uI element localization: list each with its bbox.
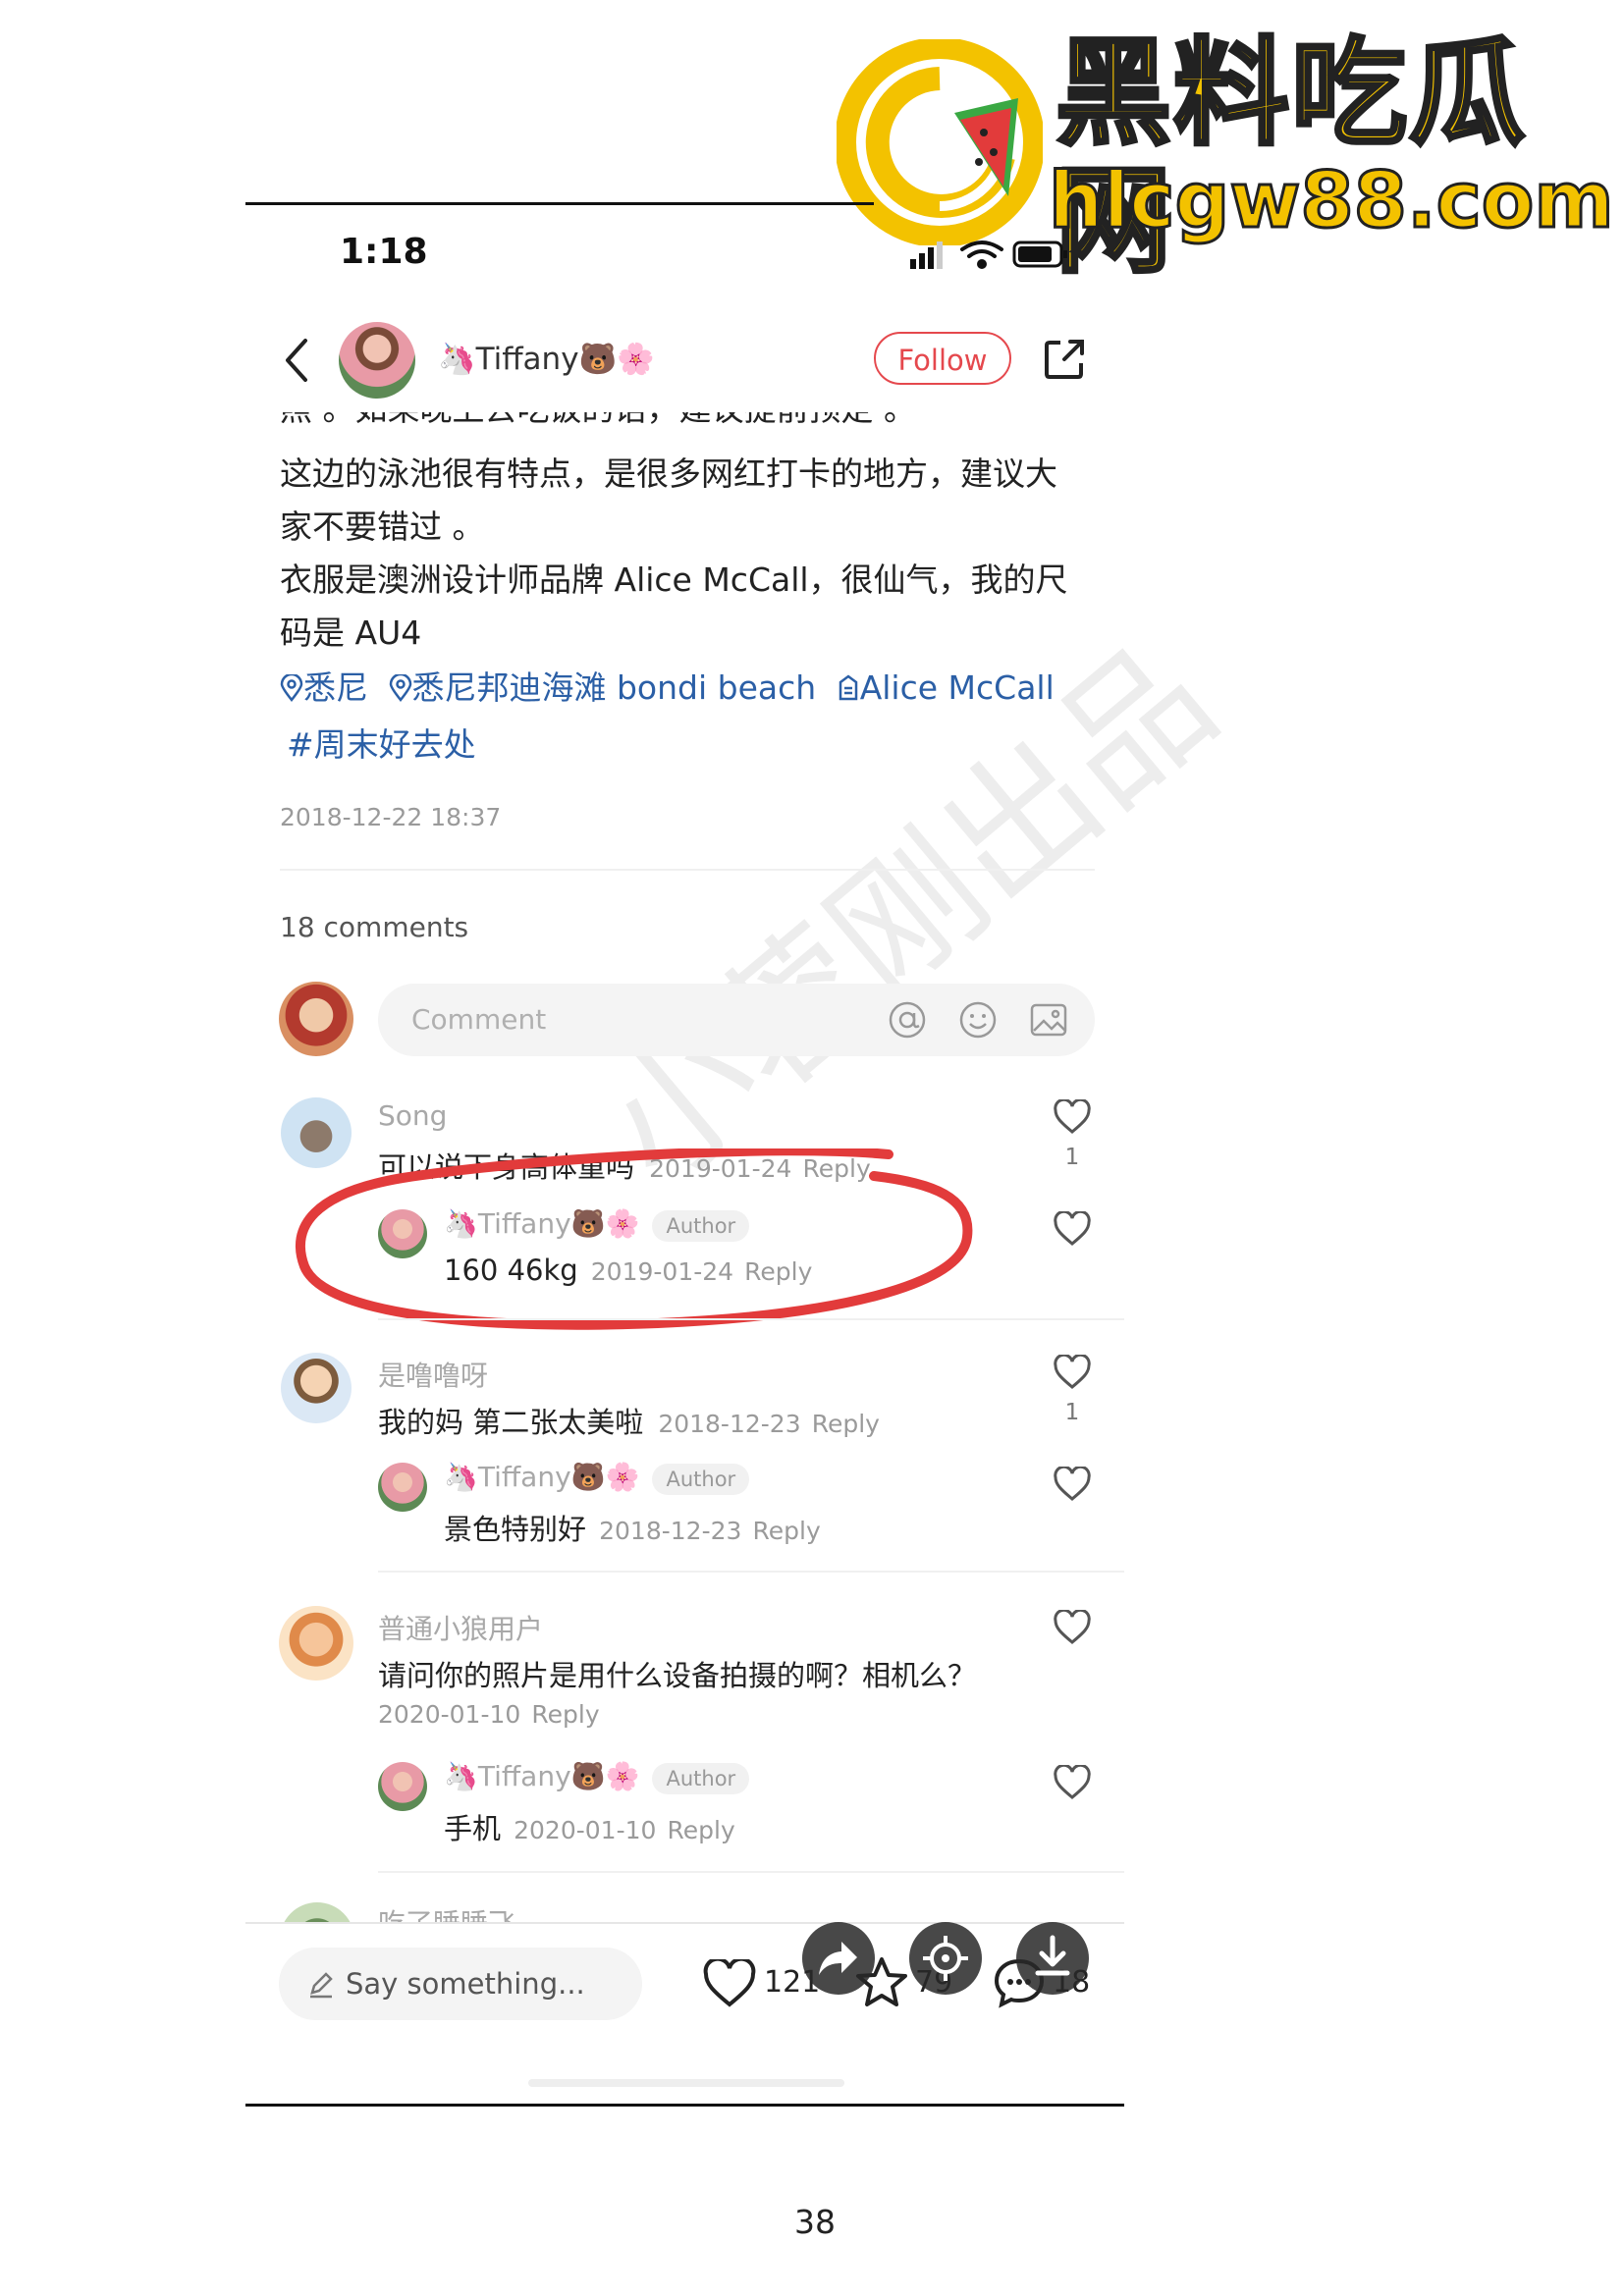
partial-comment: 吃了睡睡飞 <box>280 1902 1095 1922</box>
comment-placeholder: Comment <box>411 1003 547 1036</box>
reply-link[interactable]: Reply <box>812 1410 880 1438</box>
commenter-name[interactable]: 吃了睡睡飞 <box>378 1902 515 1922</box>
commenter-name[interactable]: 是噜噜呀 <box>378 1355 488 1394</box>
battery-icon <box>1012 240 1067 268</box>
location-pin-icon <box>280 672 303 703</box>
comment-date: 2018-12-23 <box>658 1410 801 1438</box>
caption-cut-text: 照 。如果晚上去吃饭的话，建议提前预定 。 <box>280 412 1065 436</box>
chevron-left-icon <box>286 339 307 382</box>
commenter-name[interactable]: Song <box>378 1099 447 1132</box>
comment-meta: 2020-01-10 Reply <box>378 1700 600 1729</box>
watermark-domain: hlcgw88.com <box>1048 156 1616 247</box>
frame-bottom-rule <box>245 2104 1124 2107</box>
comment-date: 2020-01-10 <box>378 1700 521 1729</box>
comment-divider <box>378 1871 1124 1873</box>
author-badge: Author <box>652 1763 750 1794</box>
post-timestamp: 2018-12-22 18:37 <box>280 803 502 831</box>
download-icon <box>1035 1935 1070 1976</box>
share-icon <box>1045 340 1084 379</box>
caption-cut-line: 照 。如果晚上去吃饭的话，建议提前预定 。 <box>280 412 1065 438</box>
tag-text: Alice McCall <box>859 668 1055 707</box>
overlay-download-button[interactable] <box>1016 1922 1089 1995</box>
like-heart-icon[interactable] <box>1053 1211 1092 1247</box>
home-indicator <box>528 2079 844 2087</box>
pencil-icon <box>310 1972 333 1999</box>
share-arrow-icon <box>819 1942 857 1975</box>
reply-link[interactable]: Reply <box>531 1700 599 1729</box>
image-icon[interactable] <box>1028 999 1069 1041</box>
header-username[interactable]: 🦄Tiffany🐻🌸 <box>438 341 655 377</box>
like-heart-icon[interactable] <box>1053 1610 1092 1645</box>
reply-body: 景色特别好 2018-12-23 Reply <box>444 1507 821 1548</box>
tag-text: 悉尼邦迪海滩 bondi beach <box>411 668 817 707</box>
like-icon[interactable] <box>702 1959 757 2008</box>
reply-header: 🦄Tiffany🐻🌸 Author <box>444 1461 750 1495</box>
commenter-name[interactable]: 普通小狼用户 <box>378 1608 543 1647</box>
caption-line-4: 码是 AU4 <box>280 614 422 652</box>
commenter-avatar[interactable] <box>281 1353 352 1423</box>
wifi-icon <box>960 240 1003 269</box>
reply-body: 手机 2020-01-10 Reply <box>444 1806 735 1847</box>
brand-tag-icon <box>839 674 857 701</box>
status-icons <box>908 238 1070 271</box>
red-circle-annotation <box>296 1148 973 1330</box>
tag-brand-alice[interactable]: Alice McCall <box>837 668 1055 707</box>
mention-icon[interactable] <box>887 999 928 1041</box>
comments-count: 18 comments <box>280 911 469 943</box>
like-count: 1 <box>1064 1400 1080 1425</box>
page-number: 38 <box>794 2203 836 2241</box>
say-something-placeholder: Say something... <box>346 1967 585 2001</box>
frame-top-rule <box>245 202 874 205</box>
caption-line-1: 这边的泳池很有特点，是很多网红打卡的地方，建议大 <box>280 454 1057 493</box>
caption-line-2: 家不要错过 。 <box>280 507 485 546</box>
say-something-input[interactable]: Say something... <box>279 1948 642 2020</box>
caption-line-3: 衣服是澳洲设计师品牌 Alice McCall，很仙气，我的尺 <box>280 561 1068 599</box>
like-heart-icon[interactable] <box>1053 1355 1092 1390</box>
reply-link[interactable]: Reply <box>668 1816 735 1844</box>
signal-icon <box>910 241 943 269</box>
comment-text: 请问你的照片是用什么设备拍摄的啊？相机么？ <box>378 1659 977 1692</box>
reply-username[interactable]: 🦄Tiffany🐻🌸 <box>444 1760 639 1792</box>
reply-link[interactable]: Reply <box>753 1517 821 1545</box>
author-avatar[interactable] <box>339 322 415 399</box>
tag-location-bondi[interactable]: 悉尼邦迪海滩 bondi beach <box>389 668 827 707</box>
reply-avatar[interactable] <box>378 1463 427 1512</box>
target-icon <box>923 1936 968 1981</box>
commenter-avatar[interactable] <box>279 1606 353 1681</box>
comment-body: 我的妈 第二张太美啦 2018-12-23 Reply <box>378 1400 880 1441</box>
author-badge: Author <box>652 1464 750 1495</box>
like-heart-icon[interactable] <box>1053 1099 1092 1135</box>
location-pin-icon <box>389 672 411 703</box>
tag-location-sydney[interactable]: 悉尼 <box>280 668 379 707</box>
my-avatar <box>279 982 353 1056</box>
commenter-avatar[interactable] <box>280 1902 354 1922</box>
status-time: 1:18 <box>340 232 428 272</box>
reply-date: 2020-01-10 <box>514 1816 657 1844</box>
reply-text: 景色特别好 <box>444 1513 587 1546</box>
caption-divider <box>280 869 1095 871</box>
reply-date: 2018-12-23 <box>599 1517 742 1545</box>
like-heart-icon[interactable] <box>1053 1765 1092 1800</box>
overlay-share-button[interactable] <box>802 1922 875 1995</box>
bottom-bar-divider <box>245 1922 1124 1924</box>
comment-divider <box>378 1318 1124 1320</box>
overlay-target-button[interactable] <box>909 1922 982 1995</box>
reply-avatar[interactable] <box>378 1762 427 1811</box>
watermark-logo <box>835 37 1045 247</box>
follow-button[interactable]: Follow <box>874 332 1011 385</box>
comment-divider <box>378 1571 1124 1573</box>
like-count: 1 <box>1064 1145 1080 1170</box>
back-button[interactable] <box>280 336 313 385</box>
tag-text: 悉尼 <box>303 668 368 707</box>
reply-text: 手机 <box>444 1812 502 1845</box>
comment-text: 我的妈 第二张太美啦 <box>378 1406 644 1439</box>
reply-header: 🦄Tiffany🐻🌸 Author <box>444 1760 750 1794</box>
caption-tags: 悉尼 悉尼邦迪海滩 bondi beach Alice McCall <box>280 662 1055 709</box>
share-button[interactable] <box>1043 338 1086 381</box>
hashtag[interactable]: #周末好去处 <box>287 719 476 766</box>
reply-username[interactable]: 🦄Tiffany🐻🌸 <box>444 1461 639 1493</box>
comment-input[interactable]: Comment <box>378 984 1095 1056</box>
like-heart-icon[interactable] <box>1053 1467 1092 1502</box>
emoji-icon[interactable] <box>957 999 999 1041</box>
